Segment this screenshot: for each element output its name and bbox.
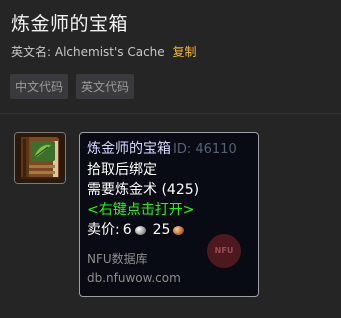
item-name[interactable]: 炼金师的宝箱 [87, 141, 171, 157]
nfu-watermark-icon: NFU [207, 234, 241, 268]
source-domain: db.nfuwow.com [87, 271, 181, 285]
item-title-line: 炼金师的宝箱 ID: 46110 [87, 139, 251, 160]
divider [0, 113, 341, 114]
copy-button[interactable]: 复制 [173, 45, 197, 59]
english-name-row: 英文名: Alchemist's Cache 复制 [11, 43, 197, 60]
price-copper-value: 25 [152, 222, 171, 238]
item-requirement: 需要炼金术 (425) [87, 182, 200, 198]
copper-coin-icon [173, 225, 185, 235]
item-tooltip: 炼金师的宝箱 ID: 46110 拾取后绑定 需要炼金术 (425) <右键点击打… [79, 132, 259, 297]
code-tabs: 中文代码 英文代码 [10, 74, 135, 99]
page-title: 炼金师的宝箱 [11, 13, 129, 35]
silver-coin-icon [134, 225, 146, 235]
price-label: 卖价: [87, 222, 120, 238]
item-id: ID: 46110 [173, 142, 237, 157]
tab-english-code[interactable]: 英文代码 [76, 74, 135, 99]
alchemist-book-icon[interactable] [14, 132, 66, 184]
tab-chinese-code[interactable]: 中文代码 [10, 74, 69, 99]
english-name-label: 英文名: [11, 45, 52, 59]
english-name-value: Alchemist's Cache [54, 45, 165, 59]
item-use-text: <右键点击打开> [87, 202, 195, 218]
price-silver-value: 6 [122, 222, 132, 238]
item-bind: 拾取后绑定 [87, 162, 157, 178]
